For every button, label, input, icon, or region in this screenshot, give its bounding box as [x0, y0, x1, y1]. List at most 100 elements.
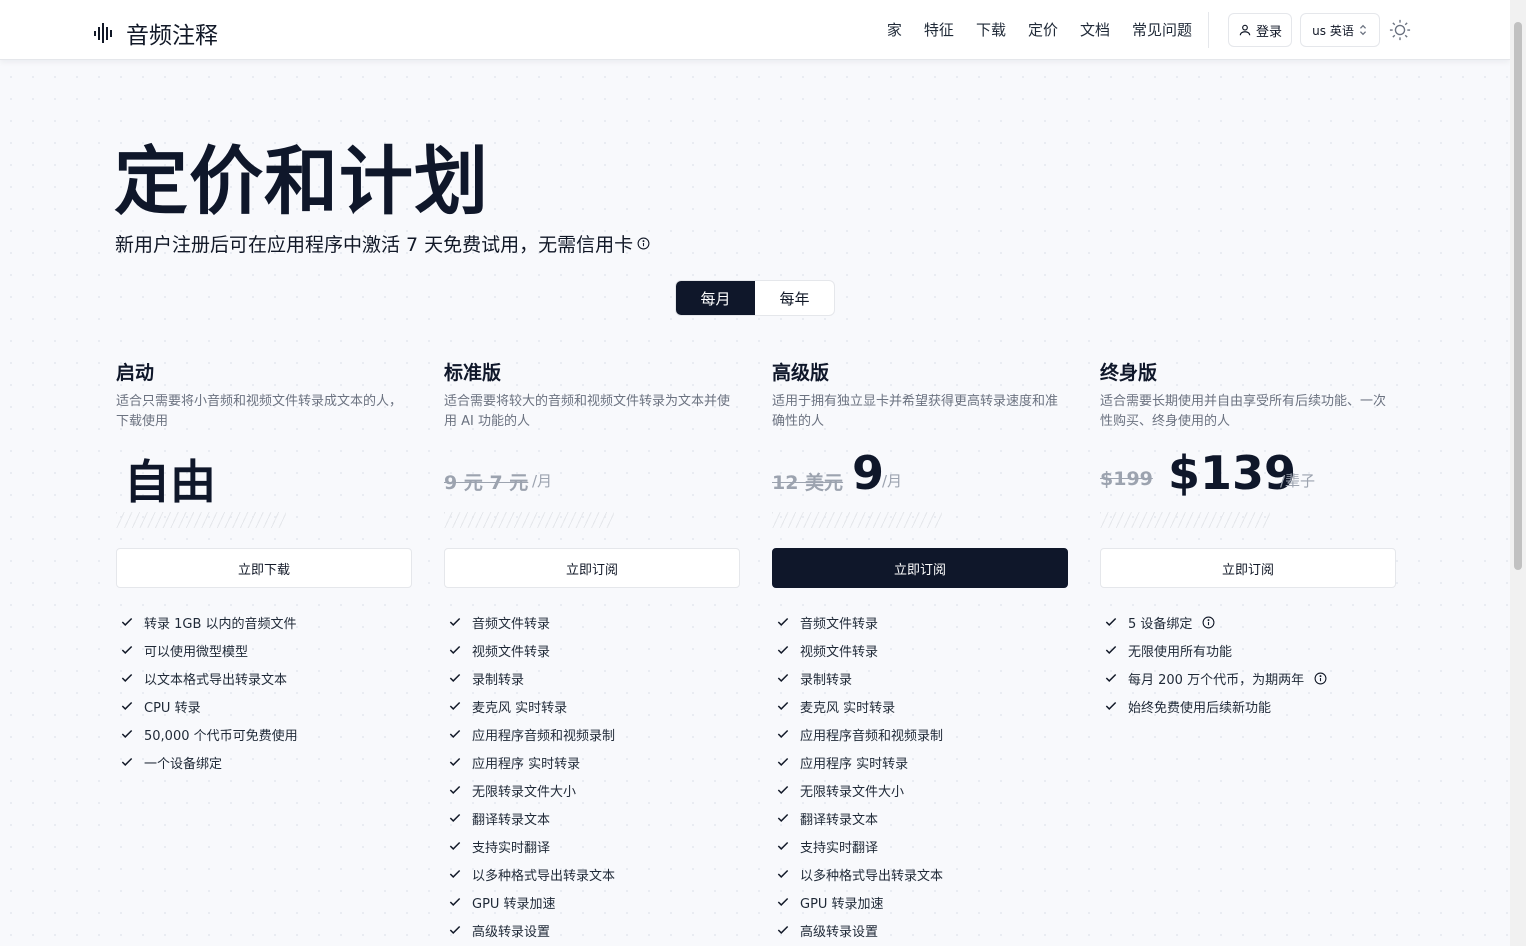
feature-text: 无限使用所有功能: [1128, 644, 1233, 660]
check-icon: [777, 785, 789, 794]
price-main: 自由: [124, 455, 216, 509]
check-icon: [1105, 617, 1117, 626]
check-icon: [121, 645, 133, 654]
nav-pricing[interactable]: 定价: [1028, 19, 1058, 40]
feature-item: 应用程序 实时转录: [776, 748, 1072, 776]
feature-text: 支持实时翻译: [472, 840, 551, 856]
check-icon: [121, 673, 133, 682]
feature-item: 高级转录设置: [776, 916, 1072, 944]
check-icon: [777, 813, 789, 822]
feature-text: 5 设备绑定: [1128, 616, 1193, 632]
feature-item: 以多种格式导出转录文本: [776, 860, 1072, 888]
feature-item: 一个设备绑定: [120, 748, 416, 776]
hero-subtitle: 新用户注册后可在应用程序中激活 7 天免费试用，无需信用卡: [115, 230, 650, 257]
feature-item: 视频文件转录: [776, 636, 1072, 664]
feature-text: 高级转录设置: [800, 924, 879, 940]
check-icon: [449, 897, 461, 906]
feature-text: 音频文件转录: [472, 616, 551, 632]
download-button[interactable]: 立即下载: [116, 548, 412, 588]
feature-text: 50,000 个代币可免费使用: [144, 728, 298, 744]
feature-item: 以文本格式导出转录文本: [120, 664, 416, 692]
check-icon: [777, 673, 789, 682]
check-icon: [121, 701, 133, 710]
check-icon: [777, 729, 789, 738]
language-select[interactable]: us 英语: [1300, 13, 1380, 47]
feature-item: GPU 转录加速: [448, 888, 744, 916]
feature-item: 以多种格式导出转录文本: [448, 860, 744, 888]
feature-item: 视频文件转录: [448, 636, 744, 664]
hatch-divider: [116, 512, 286, 528]
feature-text: CPU 转录: [144, 700, 201, 716]
check-icon: [121, 757, 133, 766]
check-icon: [121, 729, 133, 738]
hatch-divider: [444, 512, 614, 528]
feature-text: 高级转录设置: [472, 924, 551, 940]
check-icon: [777, 757, 789, 766]
check-icon: [1105, 673, 1117, 682]
toggle-yearly[interactable]: 每年: [755, 281, 834, 315]
feature-text: 麦克风 实时转录: [472, 700, 568, 716]
price-old: 12 美元: [772, 472, 844, 494]
nav-docs[interactable]: 文档: [1080, 19, 1110, 40]
page-title: 定价和计划: [114, 139, 489, 225]
feature-item: 支持实时翻译: [448, 832, 744, 860]
feature-item: 每月 200 万个代币，为期两年: [1104, 664, 1400, 692]
feature-item: 音频文件转录: [776, 608, 1072, 636]
feature-text: 录制转录: [472, 672, 525, 688]
check-icon: [1105, 701, 1117, 710]
nav-divider: [1208, 12, 1209, 48]
nav-home[interactable]: 家: [887, 19, 902, 40]
login-button[interactable]: 登录: [1228, 13, 1292, 47]
plan-lifetime: 终身版 适合需要长期使用并自由享受所有后续功能、一次性购买、终身使用的人 $19…: [1100, 358, 1396, 716]
check-icon: [777, 617, 789, 626]
check-icon: [449, 617, 461, 626]
logo[interactable]: 音频注释: [92, 16, 218, 50]
feature-item: 无限使用所有功能: [1104, 636, 1400, 664]
feature-item: 音频文件转录: [448, 608, 744, 636]
subscribe-button[interactable]: 立即订阅: [444, 548, 740, 588]
scrollbar-thumb[interactable]: [1514, 22, 1522, 570]
check-icon: [777, 841, 789, 850]
check-icon: [449, 841, 461, 850]
feature-text: 以多种格式导出转录文本: [800, 868, 944, 884]
feature-text: 应用程序音频和视频录制: [800, 728, 944, 744]
price-row: 12 美元 9 /月: [772, 446, 1068, 502]
nav-features[interactable]: 特征: [924, 19, 954, 40]
nav-download[interactable]: 下载: [976, 19, 1006, 40]
logo-text: 音频注释: [126, 23, 218, 49]
price-unit: /辈子: [1280, 472, 1316, 490]
plan-desc: 适合需要长期使用并自由享受所有后续功能、一次性购买、终身使用的人: [1100, 394, 1387, 429]
check-icon: [777, 869, 789, 878]
feature-text: 以多种格式导出转录文本: [472, 868, 616, 884]
plan-name: 终身版: [1100, 362, 1158, 384]
waveform-icon: [94, 23, 112, 43]
feature-text: 录制转录: [800, 672, 853, 688]
feature-list: 转录 1GB 以内的音频文件 可以使用微型模型 以文本格式导出转录文本 CPU …: [120, 608, 416, 776]
feature-text: 转录 1GB 以内的音频文件: [144, 616, 297, 632]
check-icon: [1105, 645, 1117, 654]
feature-text: 翻译转录文本: [800, 812, 879, 828]
info-icon[interactable]: [637, 237, 650, 250]
check-icon: [777, 897, 789, 906]
sun-icon[interactable]: [1389, 19, 1411, 41]
price-row: 自由: [116, 446, 412, 509]
feature-list: 音频文件转录 视频文件转录 录制转录 麦克风 实时转录 应用程序音频和视频录制 …: [776, 608, 1072, 944]
toggle-monthly[interactable]: 每月: [676, 281, 755, 315]
info-icon[interactable]: [1314, 672, 1327, 685]
user-icon: [1239, 24, 1251, 36]
check-icon: [449, 813, 461, 822]
info-icon[interactable]: [1202, 616, 1215, 629]
feature-item: 转录 1GB 以内的音频文件: [120, 608, 416, 636]
feature-text: 一个设备绑定: [144, 756, 223, 772]
price-old: 9 元 7 元: [444, 472, 529, 494]
price-unit: /月: [532, 472, 553, 490]
feature-item: 麦克风 实时转录: [776, 692, 1072, 720]
feature-item: 无限转录文件大小: [448, 776, 744, 804]
feature-item: 无限转录文件大小: [776, 776, 1072, 804]
feature-item: 应用程序 实时转录: [448, 748, 744, 776]
subscribe-button[interactable]: 立即订阅: [1100, 548, 1396, 588]
subscribe-button[interactable]: 立即订阅: [772, 548, 1068, 588]
nav-faq[interactable]: 常见问题: [1132, 19, 1192, 40]
feature-text: 始终免费使用后续新功能: [1128, 700, 1272, 716]
feature-item: CPU 转录: [120, 692, 416, 720]
